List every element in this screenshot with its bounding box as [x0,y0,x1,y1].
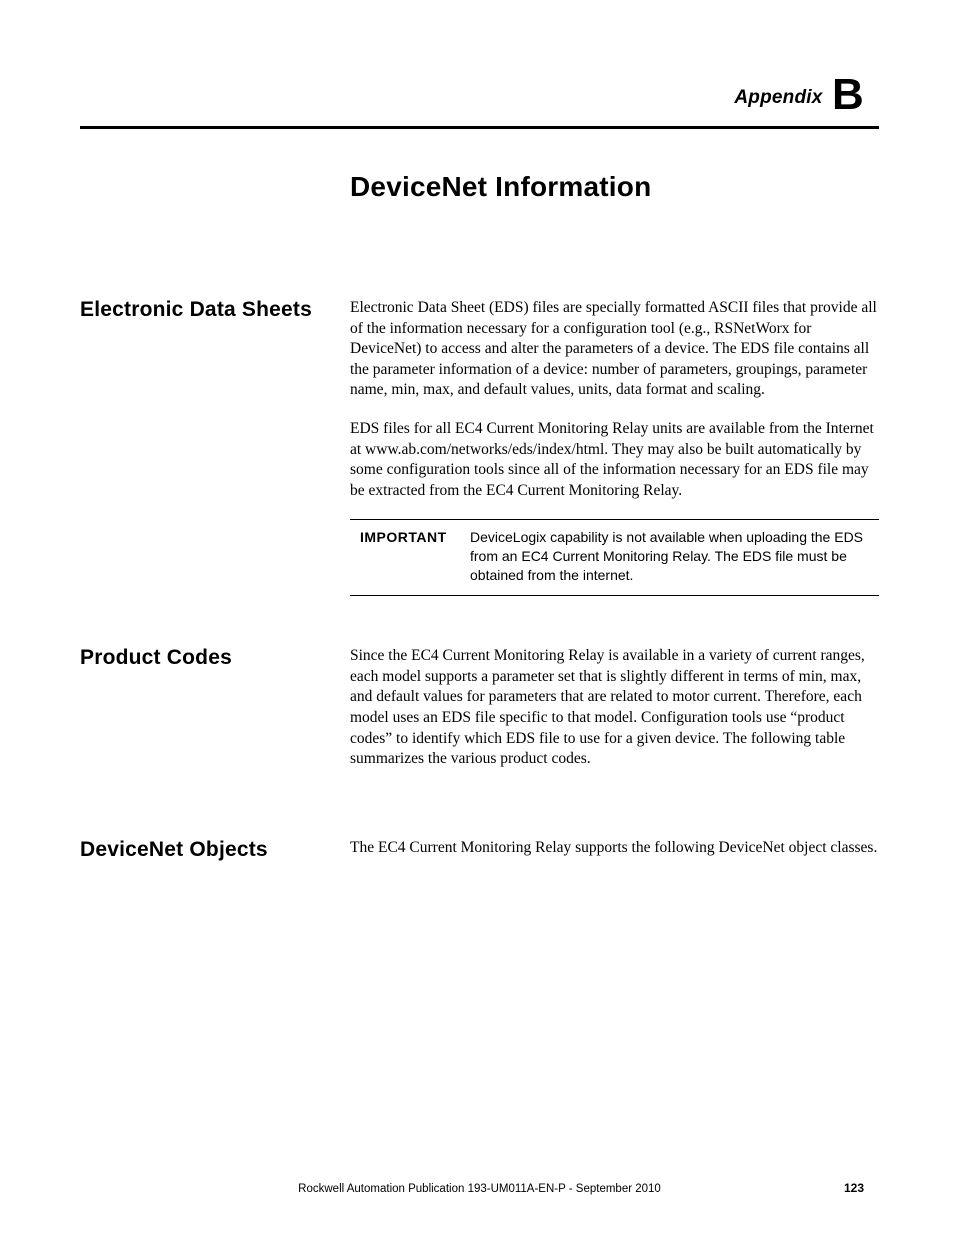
eds-paragraph-1: Electronic Data Sheet (EDS) files are sp… [350,298,879,401]
important-label: IMPORTANT [350,528,470,547]
section-body-product-codes: Since the EC4 Current Monitoring Relay i… [350,646,879,788]
section-body-eds: Electronic Data Sheet (EDS) files are sp… [350,298,879,596]
eds-paragraph-2: EDS files for all EC4 Current Monitoring… [350,419,879,501]
product-codes-paragraph-1: Since the EC4 Current Monitoring Relay i… [350,646,879,770]
chapter-title: DeviceNet Information [350,171,879,203]
section-heading-devicenet-objects: DeviceNet Objects [80,838,350,862]
appendix-word: Appendix [734,87,822,108]
section-heading-eds: Electronic Data Sheets [80,298,350,322]
section-product-codes: Product Codes Since the EC4 Current Moni… [80,646,879,788]
section-heading-product-codes: Product Codes [80,646,350,670]
important-callout: IMPORTANT DeviceLogix capability is not … [350,519,879,596]
header-rule [80,126,879,129]
footer-publication: Rockwell Automation Publication 193-UM01… [298,1183,661,1195]
section-devicenet-objects: DeviceNet Objects The EC4 Current Monito… [80,838,879,877]
page-footer: Rockwell Automation Publication 193-UM01… [80,1183,879,1195]
section-body-devicenet-objects: The EC4 Current Monitoring Relay support… [350,838,879,877]
page: Appendix B DeviceNet Information Electro… [0,0,954,1235]
important-text: DeviceLogix capability is not available … [470,528,879,585]
devicenet-objects-paragraph-1: The EC4 Current Monitoring Relay support… [350,838,879,859]
appendix-header: Appendix B [80,70,879,120]
section-electronic-data-sheets: Electronic Data Sheets Electronic Data S… [80,298,879,596]
appendix-letter: B [832,70,864,119]
footer-page-number: 123 [844,1181,864,1195]
